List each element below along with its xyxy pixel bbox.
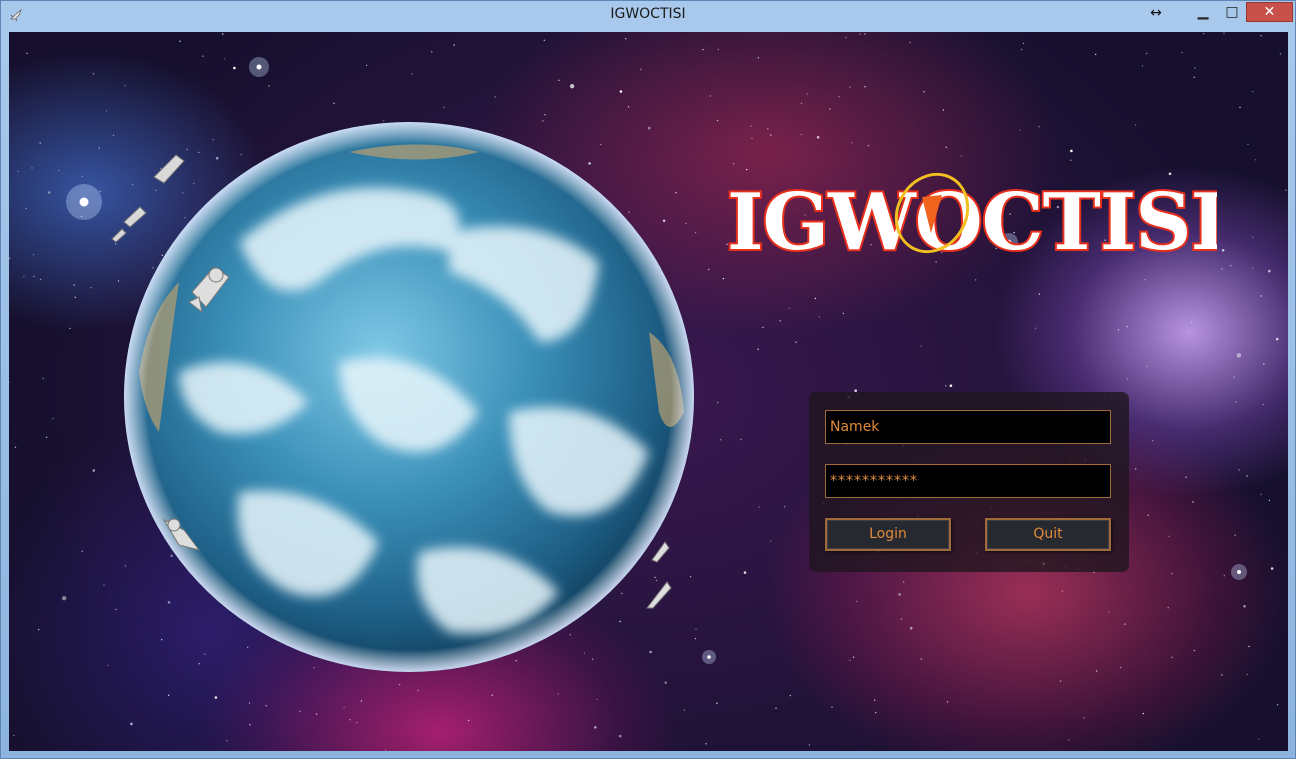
login-panel: Namek *********** Login Quit	[809, 392, 1129, 572]
game-canvas: IGWOCTISI Namek *********** Login Quit	[9, 32, 1288, 751]
username-input[interactable]: Namek	[825, 410, 1111, 444]
window-title: IGWOCTISI	[610, 6, 686, 22]
spaceship-icon	[162, 518, 201, 551]
password-input[interactable]: ***********	[825, 464, 1111, 498]
minimize-icon: ▁	[1197, 4, 1209, 20]
close-icon: ✕	[1263, 4, 1276, 20]
minimize-button[interactable]: ▁	[1189, 2, 1217, 22]
maximize-icon: □	[1225, 4, 1239, 20]
game-logo: IGWOCTISI	[725, 172, 1217, 262]
maximize-button[interactable]: □	[1219, 2, 1245, 22]
login-button[interactable]: Login	[825, 518, 951, 551]
spaceship-fleet-icon	[111, 154, 185, 242]
spaceship-icon	[645, 541, 672, 609]
spaceship-icon	[188, 266, 230, 314]
title-bar[interactable]: IGWOCTISI ↔ ▁ □ ✕	[1, 1, 1295, 31]
quit-button[interactable]: Quit	[985, 518, 1111, 551]
resize-arrows-icon[interactable]: ↔	[1146, 4, 1166, 22]
planet-earth-image	[124, 122, 694, 672]
close-button[interactable]: ✕	[1246, 2, 1293, 22]
app-window: IGWOCTISI ↔ ▁ □ ✕ IGWOCTISI Namek ******…	[0, 0, 1296, 759]
logo-text: IGWOCTISI	[727, 177, 1217, 262]
